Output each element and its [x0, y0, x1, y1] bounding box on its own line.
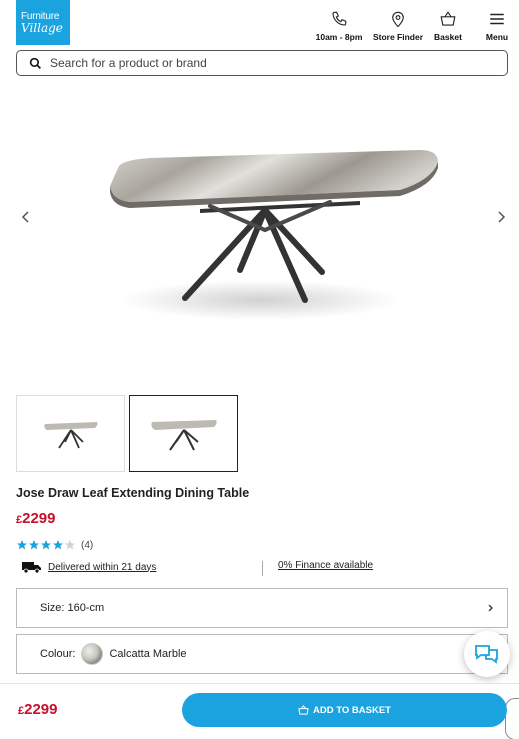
product-thumbnail-1[interactable] [16, 395, 125, 472]
size-selector[interactable]: Size: 160-cm [16, 588, 508, 628]
star-icon [17, 540, 27, 550]
side-drawer-handle[interactable] [505, 698, 519, 739]
delivery-link[interactable]: Delivered within 21 days [48, 562, 156, 573]
add-to-basket-label: ADD TO BASKET [313, 704, 391, 716]
phone-icon [332, 11, 347, 26]
product-rating[interactable]: (4) [16, 539, 93, 551]
delivery-info: Delivered within 21 days [22, 560, 252, 574]
logo-line-2: Village [21, 20, 63, 35]
product-title: Jose Draw Leaf Extending Dining Table [16, 486, 250, 500]
basket-label: Basket [434, 32, 462, 42]
colour-swatch [81, 643, 104, 665]
colour-value: Calcatta Marble [109, 648, 187, 660]
footer-price: £2299 [18, 701, 58, 718]
delivery-truck-icon [22, 562, 41, 574]
star-icon [29, 540, 39, 550]
rating-stars [16, 539, 76, 551]
price-value: 2299 [22, 510, 56, 527]
product-price: £2299 [16, 510, 56, 527]
sticky-footer: £2299 ADD TO BASKET [0, 683, 519, 739]
star-icon [53, 540, 63, 550]
menu-button[interactable]: Menu [482, 10, 512, 42]
size-value: 160-cm [67, 602, 105, 614]
colour-selector[interactable]: Colour: Calcatta Marble [16, 634, 508, 674]
info-divider [262, 561, 263, 576]
menu-label: Menu [485, 32, 509, 42]
logo-line-1: Furniture [21, 10, 60, 22]
thumbnail-image [150, 419, 217, 451]
basket-icon [298, 705, 309, 715]
footer-price-value: 2299 [24, 701, 58, 718]
colour-label: Colour: [40, 648, 76, 660]
finance-info: 0% Finance available [278, 560, 373, 571]
basket-icon [440, 11, 456, 26]
basket-button[interactable]: Basket [430, 10, 466, 42]
thumbnail-image [43, 421, 98, 448]
chevron-right-icon[interactable] [494, 210, 508, 224]
product-main-image [110, 150, 438, 320]
finance-link[interactable]: 0% Finance available [278, 560, 373, 571]
add-to-basket-button[interactable]: ADD TO BASKET [182, 693, 507, 727]
search-bar[interactable] [16, 50, 508, 76]
star-icon [41, 540, 51, 550]
menu-icon [490, 13, 504, 25]
size-label: Size: [40, 602, 65, 614]
brand-logo[interactable]: Furniture Village [16, 0, 70, 45]
site-header: Furniture Village 10am - 8pm Store Finde… [0, 0, 519, 48]
opening-hours-button[interactable]: 10am - 8pm [313, 10, 365, 42]
chevron-right-icon [488, 604, 493, 612]
review-count: (4) [81, 539, 94, 551]
product-thumbnail-2[interactable] [129, 395, 238, 472]
star-icon [65, 540, 75, 550]
opening-hours-label: 10am - 8pm [315, 32, 363, 42]
store-finder-button[interactable]: Store Finder [371, 10, 425, 42]
chevron-left-icon[interactable] [19, 210, 33, 224]
chat-icon [475, 645, 498, 664]
search-input[interactable] [50, 56, 470, 70]
location-pin-icon [392, 11, 404, 28]
search-icon [29, 57, 41, 69]
chat-button[interactable] [464, 631, 510, 677]
store-finder-label: Store Finder [372, 32, 424, 42]
